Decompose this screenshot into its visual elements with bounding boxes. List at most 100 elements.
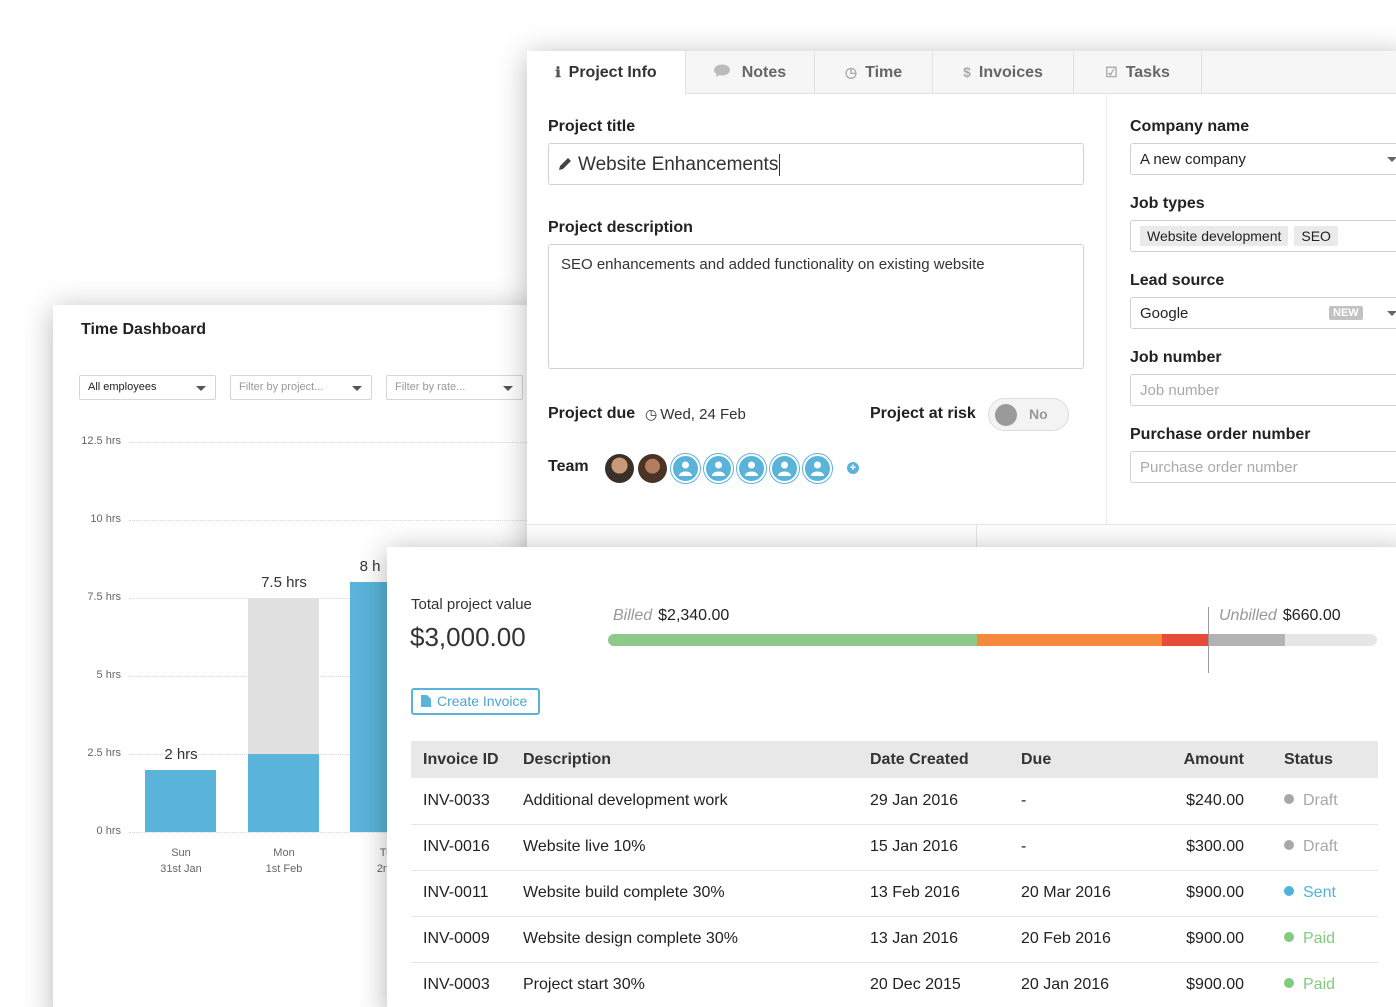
column-header-date-created[interactable]: Date Created [858, 741, 1009, 778]
status-dot-icon [1284, 886, 1294, 896]
status-badge: Paid [1303, 930, 1336, 947]
planned-time-bar[interactable] [248, 598, 319, 754]
rate-filter-placeholder: Filter by rate... [395, 381, 466, 393]
user-placeholder-icon[interactable] [704, 454, 733, 483]
column-header-amount[interactable]: Amount [1139, 741, 1256, 778]
amount-cell: $900.00 [1139, 962, 1256, 1007]
project-tabs: ℹ Project Info Notes ◷ Time $ Invoices ☑ Tas… [527, 51, 1396, 95]
purchase-order-input[interactable]: Purchase order number [1130, 451, 1396, 483]
invoice-id-cell: INV-0033 [411, 778, 511, 825]
column-header-description[interactable]: Description [511, 741, 858, 778]
lead-source-select[interactable]: Google NEW [1130, 297, 1396, 329]
table-row[interactable]: INV-0016 Website live 10% 15 Jan 2016- $300… [411, 824, 1378, 871]
y-axis-tick-label: 7.5 hrs [87, 591, 121, 603]
company-name-select[interactable]: A new company [1130, 143, 1396, 175]
column-header-status[interactable]: Status [1256, 741, 1378, 778]
x-axis-tick-label: Sun 31st Jan [141, 845, 221, 877]
column-header-invoice-id[interactable]: Invoice ID [411, 741, 511, 778]
chevron-down-icon [1387, 157, 1396, 162]
table-row[interactable]: INV-0011 Website build complete 30% 13 Feb… [411, 870, 1378, 917]
project-description-field[interactable]: SEO enhancements and added functionality… [548, 244, 1084, 369]
amount-cell: $900.00 [1139, 870, 1256, 917]
document-icon [421, 691, 431, 714]
chevron-down-icon [1387, 311, 1396, 316]
due-cell: - [1009, 824, 1139, 871]
job-type-chip[interactable]: Website development [1140, 226, 1289, 246]
progress-segment [608, 634, 978, 646]
status-cell: Draft [1256, 778, 1378, 825]
bar-value-label: 7.5 hrs [261, 574, 307, 591]
total-project-value: $3,000.00 [410, 622, 526, 652]
pencil-icon [558, 157, 572, 176]
user-placeholder-icon[interactable] [737, 454, 766, 483]
project-at-risk-toggle[interactable]: No [988, 398, 1069, 431]
invoice-id-cell: INV-0011 [411, 870, 511, 917]
x-axis-date: 1st Feb [265, 863, 303, 875]
tab-invoices[interactable]: $ Invoices [933, 51, 1074, 94]
y-axis-tick-label: 12.5 hrs [81, 435, 121, 447]
toggle-label: No [1029, 406, 1048, 422]
employee-filter-select[interactable]: All employees [79, 375, 216, 400]
time-dashboard-title: Time Dashboard [81, 321, 207, 338]
invoices-card: Total project value $3,000.00 Billed $2,3… [387, 547, 1396, 1007]
user-placeholder-icon[interactable] [770, 454, 799, 483]
table-row[interactable]: INV-0003 Project start 30% 20 Dec 2015 20 J… [411, 962, 1378, 1007]
tab-tasks[interactable]: ☑ Tasks [1074, 51, 1202, 94]
job-types-field[interactable]: Website development SEO [1130, 220, 1396, 252]
status-badge: Draft [1303, 791, 1338, 809]
project-title-value: Website Enhancements [578, 154, 781, 176]
tab-project-info[interactable]: ℹ Project Info [527, 51, 686, 95]
progress-segment [1207, 634, 1285, 646]
project-filter-select[interactable]: Filter by project... [230, 375, 372, 400]
add-team-member-icon[interactable]: + [847, 462, 859, 474]
invoice-id-cell: INV-0003 [411, 962, 511, 1007]
tab-notes[interactable]: Notes [686, 51, 815, 94]
y-axis-tick-label: 5 hrs [96, 669, 121, 681]
job-type-chip[interactable]: SEO [1294, 226, 1338, 246]
due-cell: - [1009, 778, 1139, 825]
progress-segment [977, 634, 1162, 646]
logged-time-bar[interactable] [145, 769, 216, 832]
rate-filter-select[interactable]: Filter by rate... [386, 375, 523, 400]
project-title-label: Project title [548, 118, 636, 135]
table-row[interactable]: INV-0033 Additional development work 29 Ja… [411, 778, 1378, 825]
job-number-input[interactable]: Job number [1130, 374, 1396, 406]
table-row[interactable]: INV-0009 Website design complete 30% 13 Ja… [411, 916, 1378, 963]
invoice-table: Invoice ID Description Date Created Due … [411, 741, 1378, 1007]
logged-time-bar[interactable] [248, 754, 319, 832]
table-header-row: Invoice ID Description Date Created Due … [411, 741, 1378, 778]
date-created-cell: 15 Jan 2016 [858, 824, 1009, 871]
status-dot-icon [1284, 932, 1294, 942]
tab-time[interactable]: ◷ Time [815, 51, 933, 94]
user-placeholder-icon[interactable] [671, 454, 700, 483]
lead-source-label: Lead source [1130, 272, 1225, 289]
company-name-label: Company name [1130, 118, 1250, 135]
progress-segment [1161, 634, 1208, 646]
column-header-due[interactable]: Due [1009, 741, 1139, 778]
amount-cell: $900.00 [1139, 916, 1256, 963]
column-divider [1106, 95, 1107, 525]
create-invoice-button[interactable]: Create Invoice [411, 688, 540, 715]
date-created-cell: 13 Feb 2016 [858, 870, 1009, 917]
project-title-field[interactable]: Website Enhancements [548, 143, 1084, 185]
date-created-cell: 29 Jan 2016 [858, 778, 1009, 825]
project-description-label: Project description [548, 219, 693, 236]
user-placeholder-icon[interactable] [803, 454, 832, 483]
chevron-down-icon [352, 386, 362, 391]
y-axis-tick-label: 0 hrs [96, 825, 121, 837]
team-member-avatar[interactable] [605, 454, 634, 483]
bar-value-label: 2 hrs [164, 745, 198, 763]
project-due-date[interactable]: ◷ Wed, 24 Feb [645, 406, 746, 423]
status-badge: Draft [1303, 838, 1338, 855]
toggle-knob [995, 404, 1017, 426]
x-axis-day: Mon [273, 847, 295, 859]
team-member-avatar[interactable] [638, 454, 667, 483]
project-at-risk-label: Project at risk [870, 405, 976, 422]
status-dot-icon [1284, 978, 1294, 988]
company-name-value: A new company [1140, 151, 1246, 168]
chevron-down-icon [196, 386, 206, 391]
status-cell: Draft [1256, 824, 1378, 871]
new-badge: NEW [1329, 306, 1363, 320]
job-number-label: Job number [1130, 349, 1222, 366]
invoice-id-cell: INV-0016 [411, 824, 511, 871]
